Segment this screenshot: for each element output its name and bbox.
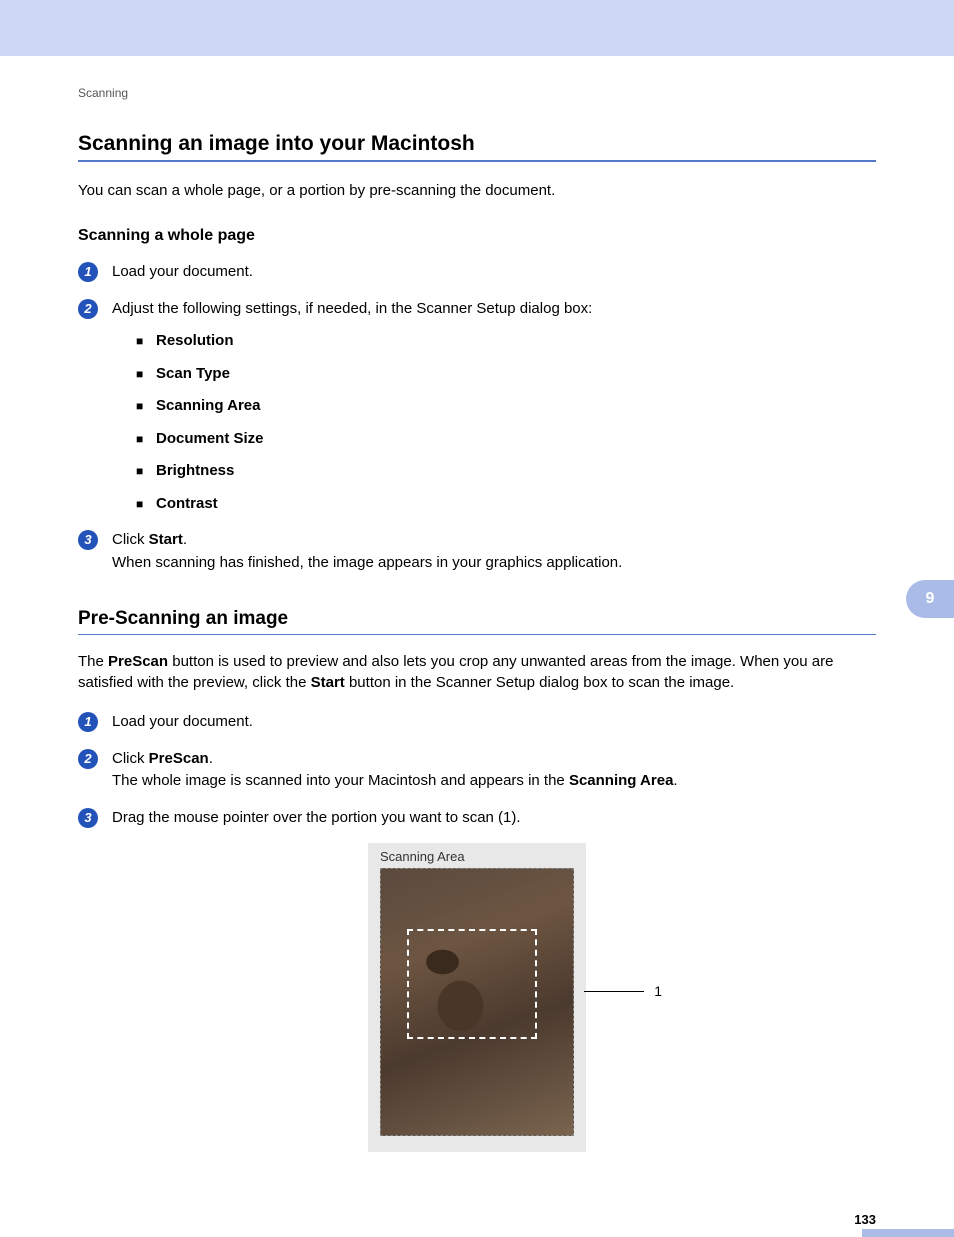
setting-scanning-area: Scanning Area — [136, 395, 876, 418]
page-content: Scanning Scanning an image into your Mac… — [0, 56, 954, 1237]
page-title: Scanning an image into your Macintosh — [78, 132, 876, 156]
setting-document-size: Document Size — [136, 428, 876, 451]
figure-scanning-area: Scanning Area 1 — [78, 843, 876, 1152]
callout-number: 1 — [654, 983, 662, 999]
step-3-bold: Start — [149, 531, 183, 548]
steps-prescan: 1 Load your document. 2 Click PreScan. T… — [78, 711, 876, 829]
selection-marquee — [407, 929, 537, 1039]
step-3-prefix: Click — [112, 531, 149, 548]
step-3-text: Click Start. When scanning has finished,… — [112, 531, 622, 571]
setting-contrast: Contrast — [136, 493, 876, 516]
subheading-whole-page: Scanning a whole page — [78, 227, 876, 245]
step-2-text: Adjust the following settings, if needed… — [112, 300, 592, 317]
heading2-rule — [78, 634, 876, 635]
step-3: 3 Click Start. When scanning has finishe… — [78, 529, 876, 574]
steps-whole-page: 1 Load your document. 2 Adjust the follo… — [78, 261, 876, 574]
callout-line — [584, 991, 644, 992]
intro2-pre: The — [78, 653, 108, 670]
intro-text-2: The PreScan button is used to preview an… — [78, 651, 876, 693]
setting-resolution: Resolution — [136, 330, 876, 353]
setting-brightness: Brightness — [136, 460, 876, 483]
prescan-step-3-text: Drag the mouse pointer over the portion … — [112, 809, 521, 826]
step-number-icon: 2 — [78, 749, 98, 769]
footer-accent-bar — [862, 1229, 954, 1237]
setting-scan-type: Scan Type — [136, 363, 876, 386]
step-2: 2 Adjust the following settings, if need… — [78, 298, 876, 516]
ps2-l2-bold: Scanning Area — [569, 772, 673, 789]
step-number-icon: 1 — [78, 712, 98, 732]
top-banner — [0, 0, 954, 56]
scan-panel: Scanning Area 1 — [368, 843, 586, 1152]
step-number-icon: 3 — [78, 808, 98, 828]
step-1: 1 Load your document. — [78, 261, 876, 284]
prescan-step-2-text: Click PreScan. The whole image is scanne… — [112, 750, 678, 790]
step-3-suffix: . — [183, 531, 187, 548]
step-number-icon: 1 — [78, 262, 98, 282]
step-3-line2: When scanning has finished, the image ap… — [112, 554, 622, 571]
ps2-l2-pre: The whole image is scanned into your Mac… — [112, 772, 569, 789]
scan-panel-title: Scanning Area — [380, 849, 574, 864]
settings-list: Resolution Scan Type Scanning Area Docum… — [112, 330, 876, 515]
ps2-suffix: . — [209, 750, 213, 767]
step-number-icon: 3 — [78, 530, 98, 550]
step-1-text: Load your document. — [112, 263, 253, 280]
prescan-step-1: 1 Load your document. — [78, 711, 876, 734]
prescan-step-3: 3 Drag the mouse pointer over the portio… — [78, 807, 876, 830]
intro2-bold2: Start — [311, 674, 345, 691]
intro2-bold1: PreScan — [108, 653, 168, 670]
ps2-l2-post: . — [673, 772, 677, 789]
prescan-step-2: 2 Click PreScan. The whole image is scan… — [78, 748, 876, 793]
ps2-bold: PreScan — [149, 750, 209, 767]
intro2-post: button in the Scanner Setup dialog box t… — [345, 674, 734, 691]
page-number: 133 — [78, 1212, 876, 1227]
heading-prescan: Pre-Scanning an image — [78, 608, 876, 630]
prescan-step-1-text: Load your document. — [112, 713, 253, 730]
intro-text-1: You can scan a whole page, or a portion … — [78, 180, 876, 201]
title-rule — [78, 160, 876, 162]
breadcrumb: Scanning — [78, 86, 876, 100]
ps2-prefix: Click — [112, 750, 149, 767]
scan-preview-image — [380, 868, 574, 1136]
step-number-icon: 2 — [78, 299, 98, 319]
